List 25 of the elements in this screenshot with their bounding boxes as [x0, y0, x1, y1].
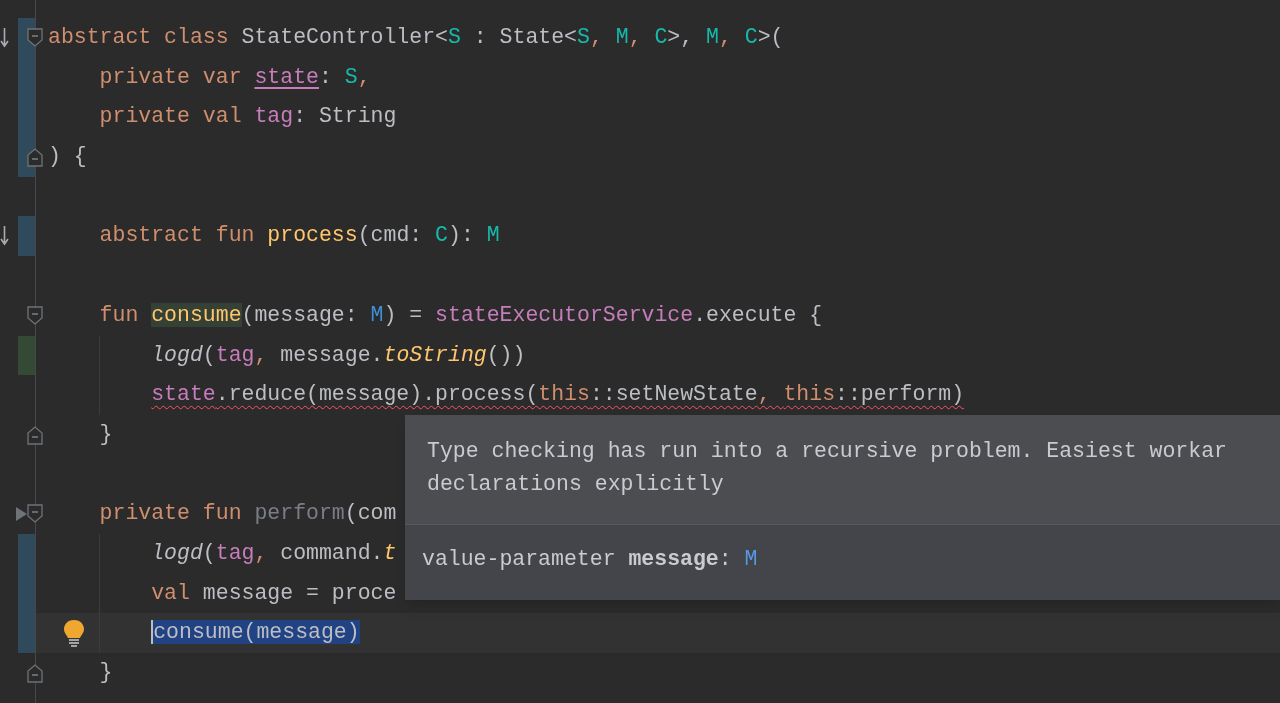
code-line: val message = proce	[150, 579, 397, 607]
fold-icon[interactable]	[27, 504, 43, 525]
code-line: }	[98, 420, 113, 448]
down-arrow-icon[interactable]	[0, 226, 9, 247]
code-line: abstract class StateController<S : State<S, M, C>, M, C>(	[48, 24, 784, 51]
lightbulb-icon[interactable]	[62, 619, 86, 648]
code-line: }	[98, 659, 113, 686]
code-line: fun consume(message: M) = stateExecutorService.execute {	[98, 301, 823, 329]
fold-icon[interactable]	[27, 147, 43, 168]
code-line: logd(tag, message.toString())	[150, 341, 526, 369]
parameter-signature: value-parameter message: M	[422, 546, 759, 573]
down-arrow-icon[interactable]	[0, 28, 9, 48]
fold-icon[interactable]	[27, 28, 43, 48]
code-line: state.reduce(message).process(this::setNewState, this::perform)	[150, 381, 965, 409]
error-message: Type checking has run into a recursive problem. Easiest workar declarations explicitly	[427, 438, 1228, 498]
fold-icon[interactable]	[27, 663, 43, 683]
code-line: logd(tag, command.t	[150, 539, 397, 567]
code-line: private var state: S,	[98, 63, 371, 91]
code-line: private fun perform(com	[98, 500, 397, 528]
run-icon[interactable]	[16, 507, 27, 522]
code-line: ) {	[48, 143, 87, 171]
fold-icon[interactable]	[27, 424, 43, 445]
fold-icon[interactable]	[27, 305, 43, 326]
code-line: private val tag: String	[98, 103, 397, 131]
code-line: abstract fun process(cmd: C): M	[98, 222, 500, 250]
